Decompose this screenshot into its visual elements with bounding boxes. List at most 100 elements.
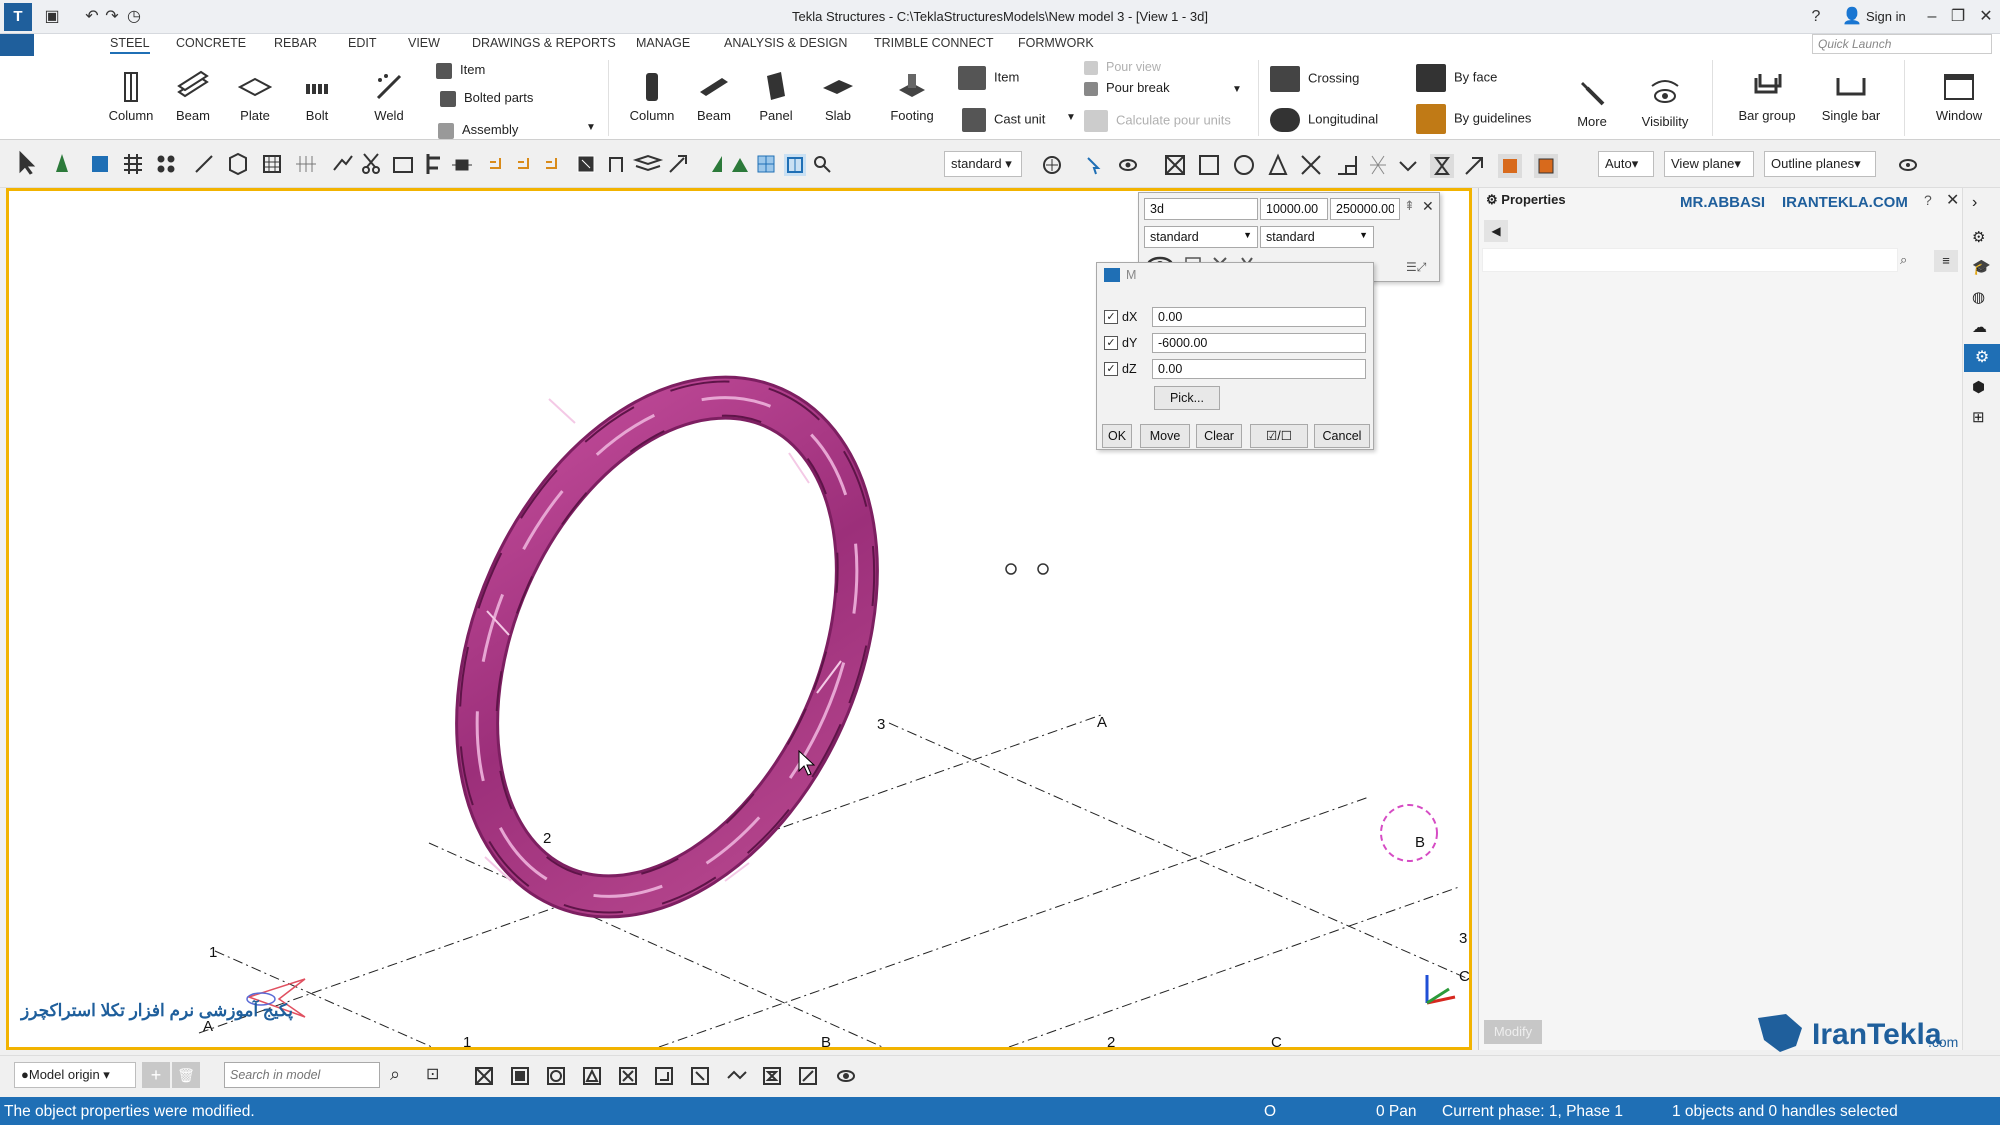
clear-button[interactable]: Clear <box>1196 424 1242 448</box>
steel-beam-button[interactable]: Beam <box>166 70 220 123</box>
chevron-down-icon[interactable]: ▼ <box>586 122 596 133</box>
graduation-cap-icon[interactable]: 🎓 <box>1972 258 1992 278</box>
snap-free-icon[interactable] <box>669 155 687 173</box>
selected-object-marker[interactable] <box>1380 804 1438 862</box>
eye-icon[interactable] <box>1119 159 1137 171</box>
redo-icon[interactable]: ↷ <box>102 7 122 27</box>
square-icon[interactable] <box>511 1067 529 1085</box>
representation-select-2[interactable]: standard ▼ <box>1260 226 1374 248</box>
toggle-checkboxes-button[interactable]: ☑/☐ <box>1250 424 1308 448</box>
select-point-icon[interactable] <box>56 154 68 172</box>
snap-line-icon[interactable] <box>609 157 623 172</box>
snap-icon[interactable] <box>333 155 353 171</box>
toolbar-icons[interactable] <box>12 148 942 180</box>
delete-icon[interactable]: 🗑 <box>172 1062 200 1088</box>
cancel-button[interactable]: Cancel <box>1314 424 1370 448</box>
more-button[interactable]: More <box>1562 76 1622 129</box>
menu-lines-icon[interactable]: ≡ <box>1934 250 1958 272</box>
snap-priority-icon[interactable] <box>732 158 748 172</box>
wave-icon[interactable] <box>1399 161 1417 172</box>
snap-extension-icon[interactable] <box>546 158 557 169</box>
view-depth-down-field[interactable] <box>1330 198 1400 220</box>
steel-item-button[interactable]: Item <box>436 62 485 79</box>
minimize-icon[interactable]: – <box>1922 7 1942 27</box>
dy-field[interactable] <box>1152 333 1366 353</box>
search-icon[interactable]: ⌕ <box>390 1064 400 1085</box>
snap-grid-icon[interactable] <box>757 155 775 173</box>
view-depth-up-field[interactable] <box>1260 198 1328 220</box>
select-icon[interactable] <box>19 150 36 175</box>
by-guidelines-button[interactable]: By guidelines <box>1416 104 1531 134</box>
tekla-logo-icon[interactable]: T <box>4 3 32 31</box>
filter-icons[interactable] <box>1266 150 1596 180</box>
chevron-down-icon[interactable]: ▼ <box>1066 112 1076 123</box>
help-icon[interactable]: ? <box>1924 192 1932 208</box>
pick-button[interactable]: Pick... <box>1154 386 1220 410</box>
weld-button[interactable]: Weld <box>362 70 416 123</box>
orange-square-icon[interactable] <box>1498 154 1522 178</box>
pick-icon[interactable] <box>1087 157 1101 175</box>
eye-icon[interactable] <box>837 1070 855 1082</box>
dx-checkbox[interactable]: ✓ <box>1104 310 1118 324</box>
corner-icon[interactable] <box>655 1067 673 1085</box>
footing-button[interactable]: Footing <box>882 70 942 123</box>
box-x-icon[interactable] <box>1165 155 1185 175</box>
globe-icon[interactable]: ◍ <box>1972 288 1992 308</box>
chevron-right-icon[interactable]: › <box>1972 194 1992 214</box>
view-plane-select[interactable]: View plane▾ <box>1664 151 1754 177</box>
chevron-down-icon[interactable]: ▼ <box>1232 84 1242 95</box>
handle-point[interactable] <box>1037 563 1049 575</box>
concrete-beam-button[interactable]: Beam <box>686 70 742 123</box>
wave-icon[interactable] <box>727 1070 747 1080</box>
snap-grid-active-icon[interactable] <box>784 154 806 176</box>
arrow-diagonal-icon[interactable] <box>799 1067 817 1085</box>
close-icon[interactable]: ✕ <box>1422 198 1434 215</box>
visibility-button[interactable]: Visibility <box>1632 76 1698 129</box>
auto-select[interactable]: Auto▾ <box>1598 151 1654 177</box>
plate-button[interactable]: Plate <box>228 70 282 123</box>
tab-view[interactable]: VIEW <box>408 36 440 50</box>
ok-button[interactable]: OK <box>1102 424 1132 448</box>
hourglass-icon[interactable] <box>763 1067 781 1085</box>
cube-icon[interactable]: ⬢ <box>1972 378 1992 398</box>
help-icon[interactable]: ? <box>1806 7 1826 27</box>
toolbar-icons-right[interactable] <box>1040 150 1260 180</box>
quick-launch-input[interactable]: Quick Launch <box>1812 34 1992 54</box>
select-grid-icon[interactable] <box>124 154 142 174</box>
snap-plane-icon[interactable] <box>632 154 664 172</box>
tab-trimble-connect[interactable]: TRIMBLE CONNECT <box>874 36 993 50</box>
tab-analysis-design[interactable]: ANALYSIS & DESIGN <box>724 36 847 50</box>
outline-planes-select[interactable]: Outline planes▾ <box>1764 151 1876 177</box>
twisted-ring-part[interactable] <box>380 316 953 978</box>
tab-rebar[interactable]: REBAR <box>274 36 317 50</box>
modify-button[interactable]: Modify <box>1484 1020 1542 1044</box>
snap-perpendicular-icon[interactable] <box>518 158 529 169</box>
window-button[interactable]: Window <box>1928 70 1990 123</box>
cross-icon[interactable] <box>619 1067 637 1085</box>
arrow-diagonal-icon[interactable] <box>1465 157 1483 175</box>
dz-field[interactable] <box>1152 359 1366 379</box>
settings-gear-icon[interactable]: ⚙ <box>1972 228 1992 248</box>
pin-icon[interactable]: ⇞ <box>1404 198 1415 214</box>
undo-icon[interactable]: ↶ <box>82 7 102 27</box>
snap-search-icon[interactable] <box>814 156 831 173</box>
by-face-button[interactable]: By face <box>1416 64 1497 92</box>
eye-icon[interactable] <box>1894 154 1922 176</box>
assembly-button[interactable]: Assembly <box>438 122 518 139</box>
tab-manage[interactable]: MANAGE <box>636 36 690 50</box>
select-bolt-icon[interactable] <box>157 155 175 173</box>
pour-view-button[interactable]: Pour view <box>1084 60 1161 75</box>
cast-unit-button[interactable]: Cast unit <box>962 108 1045 132</box>
tab-formwork[interactable]: FORMWORK <box>1018 36 1094 50</box>
model-origin-select[interactable]: ●Model origin ▾ <box>14 1062 136 1088</box>
concrete-column-button[interactable]: Column <box>624 70 680 123</box>
list-icon[interactable]: ☰⤢ <box>1406 260 1426 275</box>
orange-snap-icon[interactable] <box>1534 154 1558 178</box>
select-rebar-icon[interactable] <box>263 155 281 173</box>
select-object-icon[interactable] <box>229 152 247 176</box>
dy-checkbox[interactable]: ✓ <box>1104 336 1118 350</box>
zoom-search-icon[interactable]: ⊡ <box>426 1064 439 1084</box>
cross-icon[interactable] <box>1301 155 1321 175</box>
dx-field[interactable] <box>1152 307 1366 327</box>
single-bar-button[interactable]: Single bar <box>1814 70 1888 123</box>
